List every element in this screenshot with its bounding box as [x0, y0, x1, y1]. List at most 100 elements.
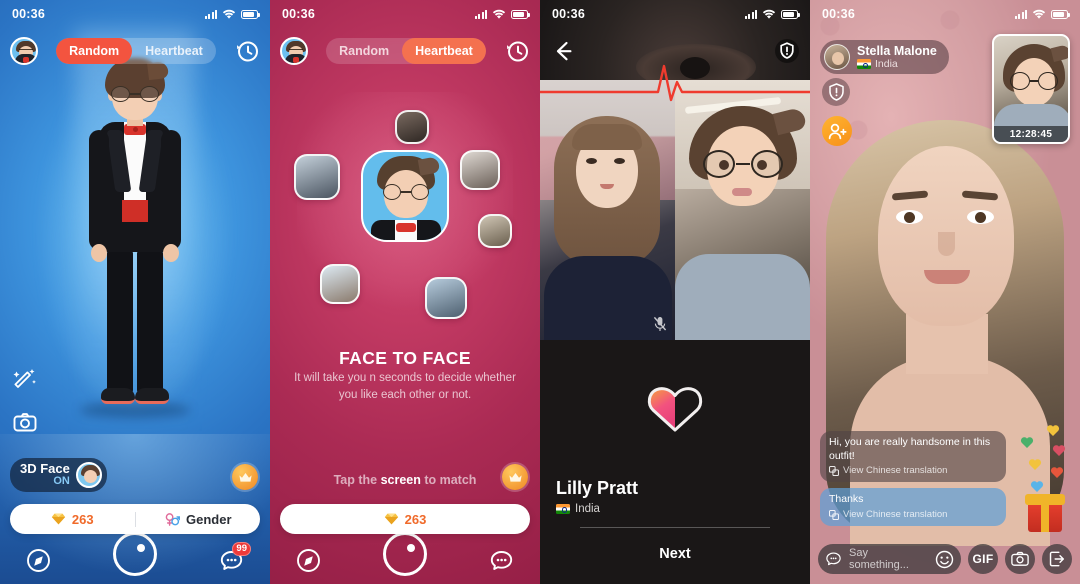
profile-avatar-button[interactable] [280, 37, 308, 65]
translate-icon [829, 509, 839, 520]
status-icons [744, 9, 800, 20]
gif-label: GIF [972, 552, 994, 566]
match-location: India [556, 503, 600, 515]
self-avatar-card[interactable] [361, 150, 449, 242]
shield-alert-icon[interactable] [822, 78, 850, 106]
panel-face-to-face: 00:36 Random Heartbeat FACE TO FACE It w… [270, 0, 540, 584]
tab-random[interactable]: Random [56, 38, 133, 64]
shield-alert-icon[interactable] [774, 38, 800, 64]
signal-icon [204, 9, 217, 19]
compass-icon[interactable] [296, 548, 321, 573]
compass-icon[interactable] [26, 548, 51, 573]
orbit-avatar-2[interactable] [460, 150, 500, 190]
orbit-avatar-6[interactable] [425, 277, 467, 319]
tab-random[interactable]: Random [326, 38, 402, 64]
translate-link[interactable]: View Chinese translation [829, 509, 997, 520]
orbit-avatar-1[interactable] [395, 110, 429, 144]
battery-icon [241, 9, 260, 19]
self-video[interactable] [675, 80, 810, 340]
match-name: Lilly Pratt [556, 478, 639, 498]
message-bubble-outgoing[interactable]: Thanks View Chinese translation [820, 488, 1006, 526]
orbit-avatar-5[interactable] [320, 264, 360, 304]
tap-hint: Tap the screen to match [270, 473, 540, 487]
peer-name-chip[interactable]: Stella Malone India [820, 40, 949, 75]
gif-button[interactable]: GIF [968, 544, 998, 574]
tab-heartbeat[interactable]: Heartbeat [402, 38, 486, 64]
next-button[interactable]: Next [540, 546, 810, 562]
peer-avatar [824, 44, 850, 71]
status-time: 00:36 [282, 7, 315, 21]
gender-label: Gender [185, 511, 232, 527]
face-3d-label: 3D Face [20, 461, 70, 477]
status-bar: 00:36 [0, 0, 270, 28]
say-something-input[interactable]: Say something... [818, 544, 961, 574]
messages-icon[interactable] [489, 548, 514, 573]
self-video-pip[interactable]: 12:28:45 [992, 34, 1070, 144]
like-heart-button[interactable] [540, 382, 810, 434]
gender-icon [165, 512, 180, 526]
divider [580, 527, 770, 528]
dual-video-view [540, 80, 810, 340]
status-bar: 00:36 [810, 0, 1080, 28]
battery-icon [781, 9, 800, 19]
gift-animation[interactable] [1012, 422, 1074, 532]
translate-label: View Chinese translation [843, 509, 948, 520]
face-3d-state: ON [53, 475, 70, 488]
chat-input-icon [826, 551, 841, 565]
history-clock-icon[interactable] [234, 38, 260, 64]
tab-heartbeat[interactable]: Heartbeat [132, 38, 216, 64]
match-cluster [270, 92, 540, 322]
messages-icon[interactable]: 99 [219, 541, 251, 573]
status-icons [1014, 9, 1070, 20]
status-icons [204, 9, 260, 20]
crown-icon[interactable] [502, 464, 528, 490]
coins-value: 263 [71, 511, 94, 527]
heart-particle-icon [1028, 458, 1042, 471]
wallet-bar[interactable]: 263 [280, 504, 530, 534]
message-text: Hi, you are really handsome in this outf… [829, 436, 991, 462]
avatar-figure[interactable] [71, 52, 199, 452]
magic-wand-icon[interactable] [12, 366, 38, 392]
history-clock-icon[interactable] [504, 38, 530, 64]
heartbeat-line-icon [540, 64, 810, 102]
remote-video[interactable] [540, 80, 675, 340]
translate-link[interactable]: View Chinese translation [829, 465, 997, 476]
orbit-avatar-3[interactable] [294, 154, 340, 200]
back-arrow-icon[interactable] [550, 38, 576, 64]
camera-icon[interactable] [12, 410, 38, 436]
camera-icon[interactable] [1005, 544, 1035, 574]
message-text: Thanks [829, 493, 864, 506]
bottom-nav: 99 [0, 536, 270, 584]
smiley-icon[interactable] [935, 550, 954, 569]
diamond-icon [51, 513, 66, 525]
input-placeholder: Say something... [849, 547, 909, 571]
orbit-avatar-4[interactable] [478, 214, 512, 248]
coins-button[interactable]: 263 [280, 504, 530, 534]
battery-icon [1051, 9, 1070, 19]
profile-avatar-button[interactable] [10, 37, 38, 65]
face-3d-badge[interactable]: 3D Face ON [10, 458, 107, 492]
signal-icon [1014, 9, 1027, 19]
heart-particle-icon [1020, 436, 1034, 449]
panel-video-match: 00:36 Lilly Pratt India Next [540, 0, 810, 584]
side-tools [12, 366, 38, 436]
coins-button[interactable]: 263 [10, 504, 135, 534]
peer-country: India [875, 58, 898, 71]
battery-icon [511, 9, 530, 19]
tap-hint-post: to match [420, 473, 477, 487]
face-to-face-title: FACE TO FACE [339, 348, 471, 368]
gift-box-icon[interactable] [1025, 494, 1065, 532]
mode-tabs: Random Heartbeat [326, 38, 486, 64]
exit-icon[interactable] [1042, 544, 1072, 574]
status-time: 00:36 [552, 7, 585, 21]
crown-icon[interactable] [232, 464, 258, 490]
top-toolbar: Random Heartbeat [270, 36, 540, 66]
add-user-icon[interactable] [822, 116, 852, 146]
message-bubble-incoming[interactable]: Hi, you are really handsome in this outf… [820, 431, 1006, 483]
heart-particle-icon [1030, 480, 1044, 493]
status-bar: 00:36 [540, 0, 810, 28]
half-heart-icon [647, 387, 703, 432]
top-toolbar: Random Heartbeat [0, 36, 270, 66]
gender-button[interactable]: Gender [136, 504, 261, 534]
wifi-icon [1032, 9, 1046, 19]
